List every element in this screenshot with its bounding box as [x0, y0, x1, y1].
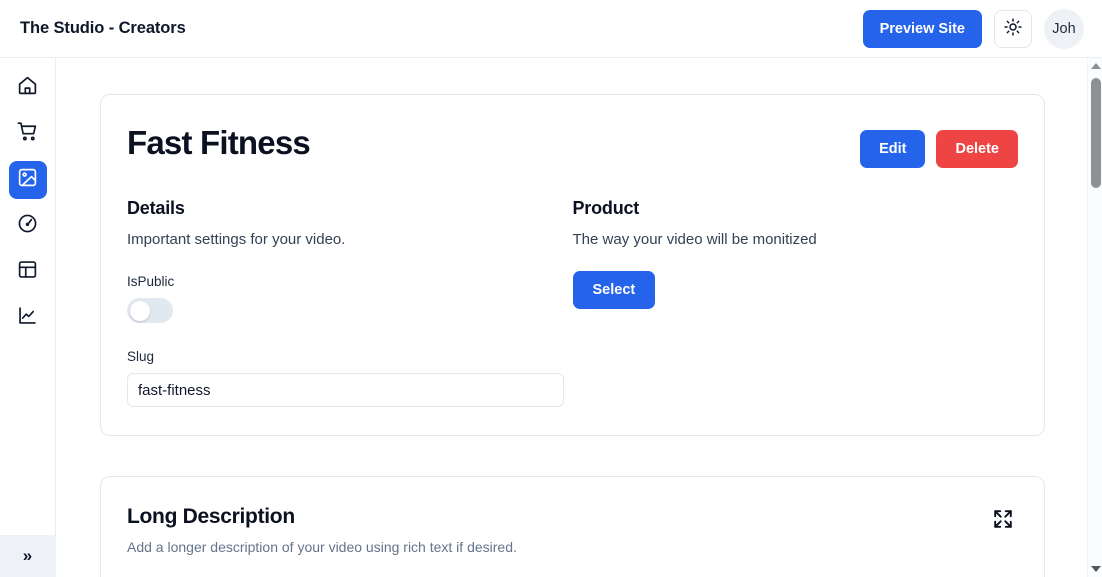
is-public-label: IsPublic: [127, 274, 175, 289]
scrollbar-thumb[interactable]: [1090, 78, 1101, 188]
product-column: Product The way your video will be monit…: [572, 198, 1019, 407]
sidebar-item-dashboard[interactable]: [9, 207, 47, 245]
scroll-down-button[interactable]: [1088, 561, 1102, 577]
sidebar-item-store[interactable]: [9, 115, 47, 153]
preview-site-button[interactable]: Preview Site: [862, 9, 982, 48]
home-icon: [17, 75, 38, 101]
top-bar-actions: Preview Site Joh: [862, 8, 1084, 49]
sun-icon: [1004, 18, 1022, 39]
toggle-knob: [130, 300, 150, 321]
product-heading: Product: [572, 198, 640, 218]
details-card: Fast Fitness Edit Delete Details Importa…: [100, 94, 1045, 436]
select-product-button[interactable]: Select: [572, 271, 656, 309]
edit-button[interactable]: Edit: [860, 130, 926, 168]
details-subtitle: Important settings for your video.: [127, 231, 346, 248]
sidebar-item-layout[interactable]: [9, 253, 47, 291]
details-heading: Details: [127, 198, 185, 218]
expand-editor-button[interactable]: [990, 507, 1016, 533]
page-title: Fast Fitness: [127, 124, 311, 161]
avatar-initials: Joh: [1052, 20, 1076, 37]
product-subtitle: The way your video will be monitized: [572, 231, 817, 248]
triangle-down-icon: [1090, 566, 1101, 572]
slug-label: Slug: [127, 349, 155, 364]
is-public-toggle[interactable]: [127, 298, 173, 323]
sidebar-item-media[interactable]: [8, 161, 47, 199]
long-description-heading: Long Description: [127, 505, 295, 528]
main-content: Fast Fitness Edit Delete Details Importa…: [57, 58, 1088, 577]
avatar[interactable]: Joh: [1044, 8, 1084, 49]
scroll-up-button[interactable]: [1088, 58, 1102, 74]
entity-header: Fast Fitness Edit Delete: [127, 124, 1018, 168]
layout-panel-icon: [17, 259, 38, 285]
app-title: The Studio - Creators: [20, 19, 186, 37]
sidebar: »: [0, 58, 56, 577]
sidebar-expand-button[interactable]: »: [0, 535, 56, 577]
line-chart-icon: [17, 305, 38, 331]
delete-button[interactable]: Delete: [936, 130, 1018, 168]
sidebar-item-home[interactable]: [9, 69, 47, 107]
sidebar-nav: [8, 58, 47, 337]
theme-toggle-button[interactable]: [994, 9, 1032, 48]
long-description-subtitle: Add a longer description of your video u…: [127, 539, 517, 555]
details-columns: Details Important settings for your vide…: [127, 198, 1018, 407]
vertical-scrollbar[interactable]: [1087, 58, 1102, 577]
details-column: Details Important settings for your vide…: [127, 198, 573, 407]
entity-actions: Edit Delete: [860, 125, 1018, 168]
maximize-icon: [992, 508, 1014, 533]
shopping-cart-icon: [17, 121, 38, 147]
image-icon: [17, 167, 38, 193]
chevron-double-right-icon: »: [22, 546, 33, 565]
long-description-card: Long Description Add a longer descriptio…: [100, 476, 1045, 577]
sidebar-item-analytics[interactable]: [9, 299, 47, 337]
triangle-up-icon: [1090, 63, 1101, 69]
top-bar: The Studio - Creators Preview Site Joh: [0, 0, 1102, 58]
gauge-icon: [17, 213, 38, 239]
slug-input[interactable]: [127, 373, 564, 407]
